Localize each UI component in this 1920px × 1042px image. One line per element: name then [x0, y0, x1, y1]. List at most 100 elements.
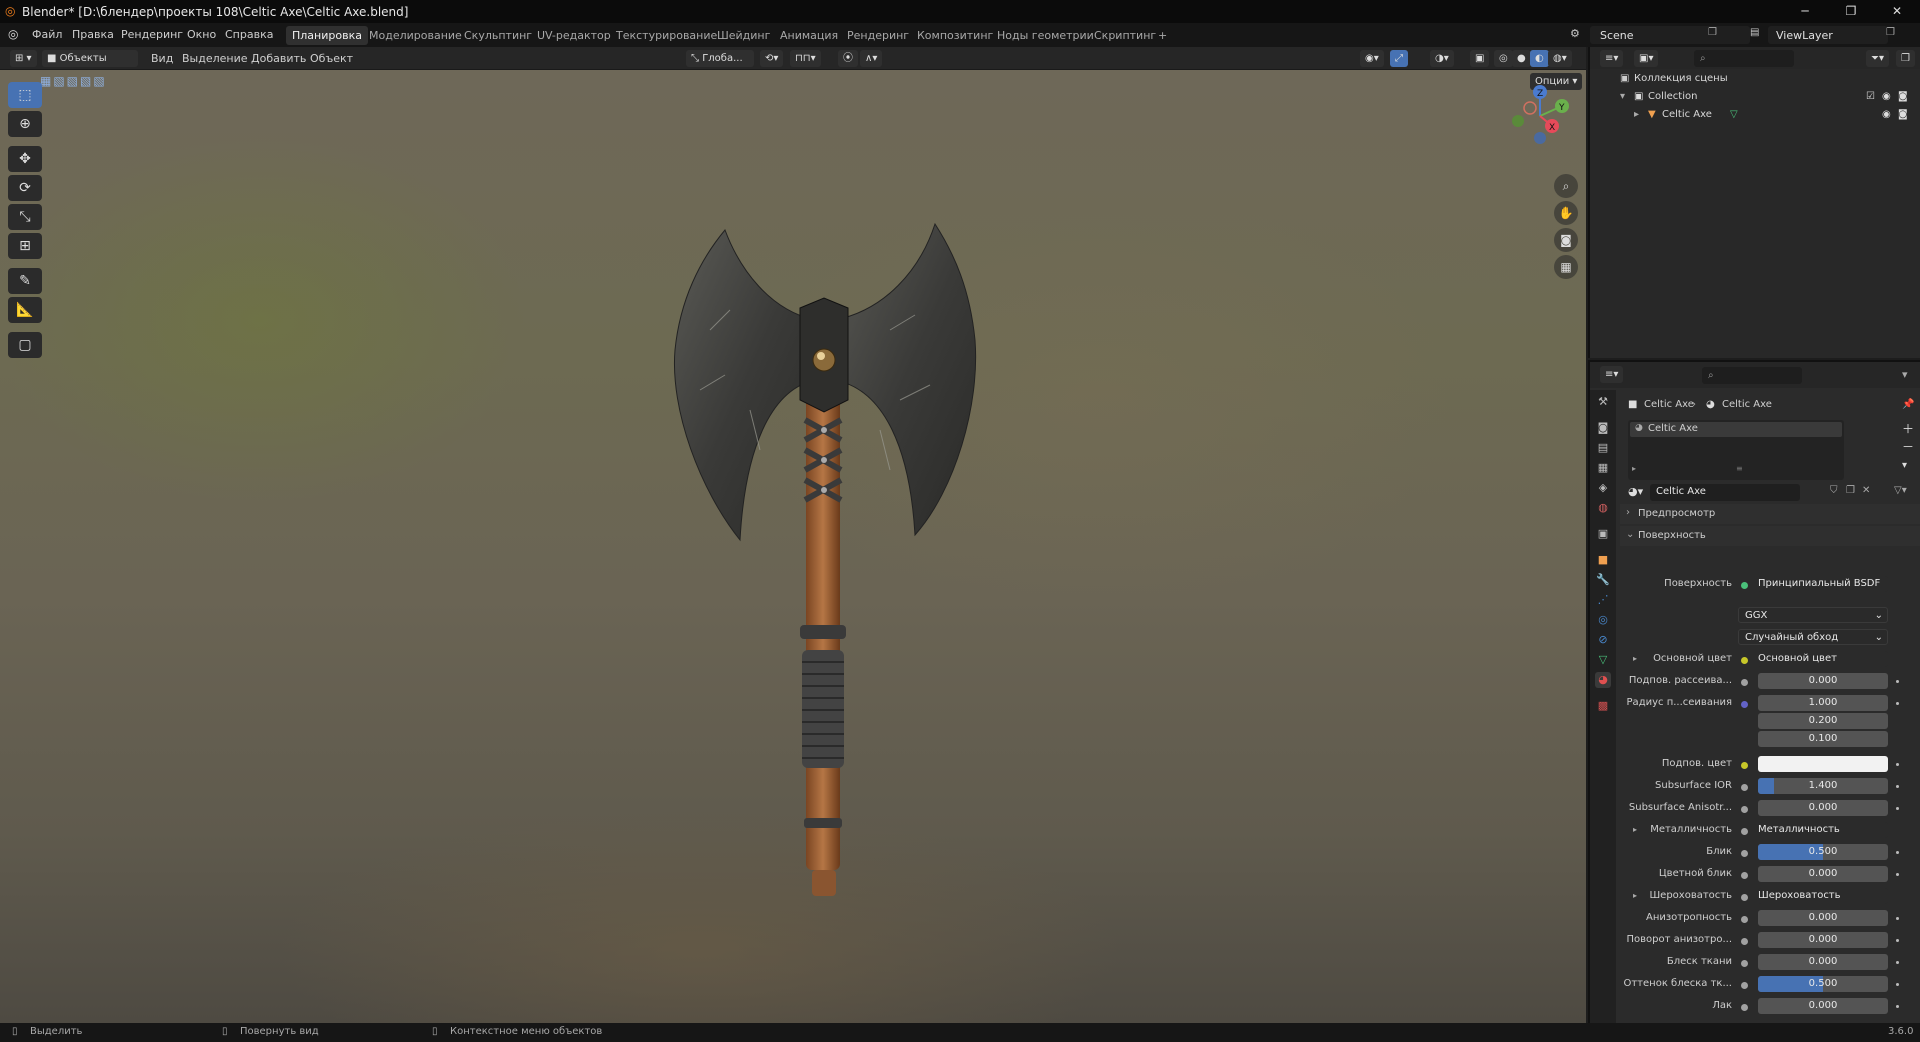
tab-geometry-nodes[interactable]: Ноды геометрии — [991, 26, 1100, 45]
subsurface-radius-socket-icon[interactable] — [1741, 701, 1748, 708]
physics-tab-icon[interactable]: ◎ — [1595, 612, 1611, 628]
minimize-icon[interactable]: ─ — [1782, 0, 1828, 23]
base-color-expand-icon[interactable]: ▸ — [1633, 654, 1637, 663]
3d-viewport[interactable]: ▦▧▧▧▧ Опции ▾ ⬚ ⊕ ✥ ⟳ ⤡ ⊞ ✎ 📐 ▢ Z Y X ⌕ … — [0, 70, 1586, 1023]
menu-select[interactable]: Выделение — [182, 52, 248, 65]
base-color-link-field[interactable]: Основной цвет — [1758, 651, 1888, 667]
animate-dot-icon[interactable] — [1896, 917, 1899, 920]
scale-tool-icon[interactable]: ⤡ — [8, 204, 42, 230]
xray-icon[interactable]: ▣ — [1470, 50, 1490, 67]
animate-dot-icon[interactable] — [1896, 939, 1899, 942]
pin-icon[interactable]: 📌 — [1902, 399, 1914, 410]
navigation-gizmo[interactable]: Z Y X — [1500, 78, 1580, 158]
modifier-tab-icon[interactable]: 🔧 — [1595, 572, 1611, 588]
subsurface-method-dropdown[interactable]: Случайный обход ⌄ — [1738, 629, 1888, 645]
sheen-tint-field[interactable]: 0.500 — [1758, 976, 1888, 992]
shading-rendered-icon[interactable]: ◍▾ — [1548, 50, 1572, 67]
remove-slot-icon[interactable]: － — [1902, 438, 1914, 455]
material-tab-icon[interactable]: ◕ — [1595, 672, 1611, 688]
specular-tint-field[interactable]: 0.000 — [1758, 866, 1888, 882]
animate-dot-icon[interactable] — [1896, 851, 1899, 854]
add-workspace-icon[interactable]: + — [1152, 26, 1173, 45]
tab-compositing[interactable]: Композитинг — [911, 26, 999, 45]
material-name-field[interactable]: Celtic Axe — [1650, 484, 1800, 501]
tab-sculpting[interactable]: Скульптинг — [458, 26, 538, 45]
transform-orientation-dropdown[interactable]: ⤡ Глоба... — [686, 50, 754, 67]
expand-chevron-icon[interactable]: ▸ — [1634, 106, 1639, 124]
outliner-editor-type-icon[interactable]: ≡▾ — [1600, 50, 1624, 67]
preview-panel-header[interactable]: › Предпросмотр — [1620, 504, 1920, 524]
menu-view[interactable]: Вид — [151, 52, 173, 65]
data-tab-icon[interactable]: ▽ — [1595, 652, 1611, 668]
list-resize-handle-icon[interactable]: ≡ — [1736, 464, 1743, 473]
tab-texturing[interactable]: Текстурирование — [610, 26, 723, 45]
outliner-row-collection[interactable]: ▾ ▣ Collection ☑ ◉ ◙ — [1590, 88, 1920, 106]
particles-tab-icon[interactable]: ⋰ — [1595, 592, 1611, 608]
close-icon[interactable]: ✕ — [1874, 0, 1920, 23]
add-cube-tool-icon[interactable]: ▢ — [8, 332, 42, 358]
shading-solid-icon[interactable]: ● — [1512, 50, 1531, 67]
zoom-icon[interactable]: ⌕ — [1554, 174, 1578, 198]
display-mode-icon[interactable]: ▣▾ — [1634, 50, 1659, 67]
camera-icon[interactable]: ◙ — [1554, 228, 1578, 252]
material-slot-row[interactable]: ◕ Celtic Axe — [1630, 422, 1842, 437]
editor-type-button[interactable]: ⊞ ▾ — [10, 50, 37, 67]
collapse-chevron-icon[interactable]: ▾ — [1902, 368, 1908, 381]
aniso-rotation-socket-icon[interactable] — [1741, 938, 1748, 945]
constraints-tab-icon[interactable]: ⊘ — [1595, 632, 1611, 648]
anisotropic-socket-icon[interactable] — [1741, 916, 1748, 923]
animate-dot-icon[interactable] — [1896, 702, 1899, 705]
subsurface-aniso-socket-icon[interactable] — [1741, 806, 1748, 813]
outliner-row-celtic-axe[interactable]: ▸ ▼ Celtic Axe ▽ ◉ ◙ — [1590, 106, 1920, 124]
animate-dot-icon[interactable] — [1896, 961, 1899, 964]
menu-help[interactable]: Справка — [225, 28, 273, 41]
surface-socket-icon[interactable] — [1741, 582, 1748, 589]
shading-material-icon[interactable]: ◐ — [1530, 50, 1549, 67]
subsurface-aniso-field[interactable]: 0.000 — [1758, 800, 1888, 816]
sheen-socket-icon[interactable] — [1741, 960, 1748, 967]
tab-rendering[interactable]: Рендеринг — [841, 26, 915, 45]
texture-tab-icon[interactable]: ▩ — [1595, 698, 1611, 714]
overlays-icon[interactable]: ◑▾ — [1430, 50, 1454, 67]
subsurface-radius-y-field[interactable]: 0.200 — [1758, 713, 1888, 729]
visibility-icon[interactable]: ◉▾ — [1360, 50, 1384, 67]
celtic-axe-model[interactable] — [640, 150, 1000, 950]
animate-dot-icon[interactable] — [1896, 873, 1899, 876]
pan-hand-icon[interactable]: ✋ — [1554, 201, 1578, 225]
blender-menu-icon[interactable]: ◎ — [8, 27, 18, 41]
clearcoat-socket-icon[interactable] — [1741, 1004, 1748, 1011]
falloff-icon[interactable]: ∧▾ — [860, 50, 883, 67]
collection-tab-icon[interactable]: ▣ — [1595, 526, 1611, 542]
distribution-dropdown[interactable]: GGX ⌄ — [1738, 607, 1888, 623]
cursor-tool-icon[interactable]: ⊕ — [8, 111, 42, 137]
properties-editor-type-icon[interactable]: ≡▾ — [1600, 366, 1624, 383]
specular-field[interactable]: 0.500 — [1758, 844, 1888, 860]
tab-modeling[interactable]: Моделирование — [363, 26, 468, 45]
subsurface-color-swatch[interactable] — [1758, 756, 1888, 772]
animate-dot-icon[interactable] — [1896, 983, 1899, 986]
grid-projection-icon[interactable]: ▦ — [1554, 255, 1578, 279]
new-viewlayer-icon[interactable]: ❐ — [1886, 27, 1895, 38]
outliner-search-input[interactable]: ⌕ — [1694, 50, 1794, 67]
annotate-tool-icon[interactable]: ✎ — [8, 268, 42, 294]
roughness-socket-icon[interactable] — [1741, 894, 1748, 901]
animate-dot-icon[interactable] — [1896, 680, 1899, 683]
tab-uv-editing[interactable]: UV-редактор — [531, 26, 617, 45]
visibility-eye-icon[interactable]: ◉ — [1882, 88, 1891, 106]
select-mode-icons[interactable]: ▦▧▧▧▧ — [40, 74, 107, 88]
duplicate-material-icon[interactable]: ❐ — [1846, 485, 1855, 496]
render-tab-icon[interactable]: ◙ — [1595, 420, 1611, 436]
list-expand-icon[interactable]: ▸ — [1632, 464, 1636, 473]
properties-search-input[interactable]: ⌕ — [1702, 367, 1802, 384]
animate-dot-icon[interactable] — [1896, 807, 1899, 810]
new-collection-icon[interactable]: ❐ — [1896, 50, 1915, 67]
menu-window[interactable]: Окно — [187, 28, 216, 41]
restore-icon[interactable]: ❐ — [1828, 0, 1874, 23]
scene-tab-icon[interactable]: ◈ — [1595, 480, 1611, 496]
pivot-icon[interactable]: ⟲▾ — [760, 50, 784, 67]
subsurface-ior-socket-icon[interactable] — [1741, 784, 1748, 791]
sheen-tint-socket-icon[interactable] — [1741, 982, 1748, 989]
gizmo-toggle-icon[interactable]: ⤢ — [1390, 50, 1408, 67]
animate-dot-icon[interactable] — [1896, 763, 1899, 766]
clearcoat-field[interactable]: 0.000 — [1758, 998, 1888, 1014]
